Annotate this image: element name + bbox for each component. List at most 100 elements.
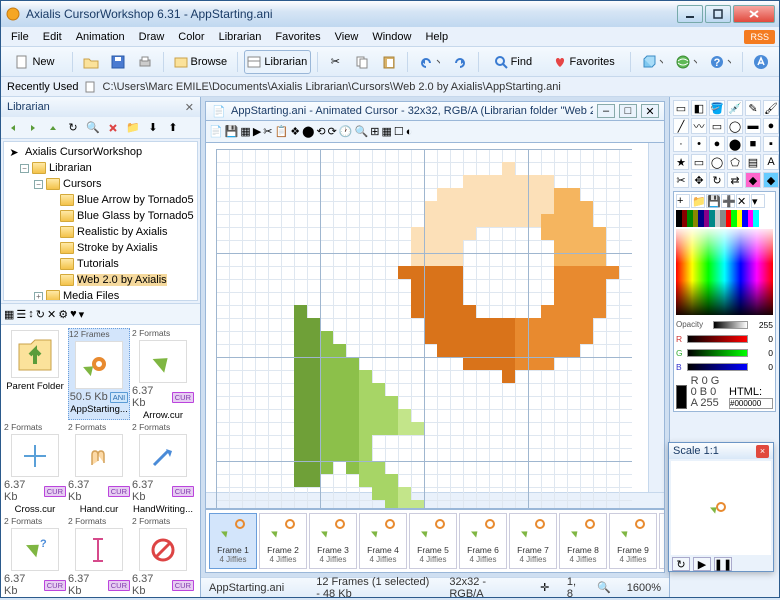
menu-draw[interactable]: Draw xyxy=(133,29,171,45)
lib-export[interactable]: ⬆ xyxy=(164,119,182,137)
doc-tool[interactable]: 📄 xyxy=(209,125,223,138)
frame-item[interactable]: Frame 104 Jiffies xyxy=(659,513,665,569)
thumb-view-large[interactable]: ▦ xyxy=(4,308,14,321)
doc-tool[interactable]: ◐ xyxy=(406,126,413,138)
vertical-scrollbar[interactable] xyxy=(648,143,664,492)
frame-item[interactable]: Frame 24 Jiffies xyxy=(259,513,307,569)
lib-new-folder[interactable]: 📁 xyxy=(124,119,142,137)
tool-btn-1[interactable] xyxy=(637,50,668,74)
brush-tool[interactable]: 🖌 xyxy=(763,100,779,116)
lib-refresh[interactable]: ↻ xyxy=(64,119,82,137)
red-slider[interactable] xyxy=(687,335,748,343)
fill-tool[interactable]: 🪣 xyxy=(709,100,725,116)
rect-tool[interactable]: ▭ xyxy=(709,118,725,134)
shape-circle[interactable]: ◯ xyxy=(709,154,725,170)
thumbnail-item[interactable]: 2 Formats6.37 KbCURNo.cur xyxy=(132,516,194,597)
favorites-button[interactable]: Favorites xyxy=(547,50,624,74)
scale-play[interactable]: ▶ xyxy=(693,557,711,571)
librarian-tree[interactable]: ➤Axialis CursorWorkshop −Librarian −Curs… xyxy=(3,141,198,301)
doc-close[interactable]: ✕ xyxy=(641,104,659,118)
doc-tool[interactable]: ▦ xyxy=(381,125,391,138)
thumbnail-item[interactable]: 2 Formats6.37 KbCURArrow.cur xyxy=(132,328,194,420)
menu-window[interactable]: Window xyxy=(366,29,417,45)
pal-new[interactable]: + xyxy=(676,194,690,208)
frame-item[interactable]: Frame 34 Jiffies xyxy=(309,513,357,569)
frame-item[interactable]: Frame 54 Jiffies xyxy=(409,513,457,569)
new-button[interactable]: New xyxy=(7,50,66,74)
tree-node[interactable]: +Media Files xyxy=(6,288,195,301)
menu-edit[interactable]: Edit xyxy=(37,29,68,45)
move-tool[interactable]: ✥ xyxy=(691,172,707,188)
find-button[interactable]: Find xyxy=(485,50,543,74)
doc-minimize[interactable]: – xyxy=(597,104,615,118)
doc-tool[interactable]: ✂ xyxy=(263,125,272,138)
lib-search[interactable]: 🔍 xyxy=(84,119,102,137)
tree-node[interactable]: Blue Arrow by Tornado5 xyxy=(6,192,195,208)
copy-button[interactable] xyxy=(350,50,374,74)
doc-tool[interactable]: ▶ xyxy=(253,125,261,138)
thumbnail-item[interactable]: 2 Formats?6.37 KbCURHelp.cur xyxy=(4,516,66,597)
close-panel-button[interactable]: ✕ xyxy=(185,101,194,114)
pal-more[interactable]: ▾ xyxy=(751,194,765,208)
thumbnail-item[interactable]: 2 Formats6.37 KbCURHandWriting... xyxy=(132,422,194,514)
rotate-tool[interactable]: ↻ xyxy=(709,172,725,188)
size-5[interactable]: ■ xyxy=(745,136,761,152)
tree-node[interactable]: Tutorials xyxy=(6,256,195,272)
lib-nav-fwd[interactable] xyxy=(24,119,42,137)
pal-add[interactable]: ➕ xyxy=(721,194,735,208)
globe-button[interactable] xyxy=(671,50,702,74)
open-button[interactable] xyxy=(79,50,103,74)
foreground-color[interactable] xyxy=(676,385,687,409)
scale-pause[interactable]: ❚❚ xyxy=(714,557,732,571)
pal-save[interactable]: 💾 xyxy=(706,194,720,208)
browse-button[interactable]: Browse xyxy=(169,50,231,74)
help-button[interactable]: ? xyxy=(705,50,736,74)
thumbnail-item[interactable]: 2 Formats6.37 KbCURCross.cur xyxy=(4,422,66,514)
size-4[interactable]: ⬤ xyxy=(727,136,743,152)
effect-2[interactable]: ◆ xyxy=(763,172,779,188)
flip-tool[interactable]: ⇄ xyxy=(727,172,743,188)
frame-item[interactable]: Frame 44 Jiffies xyxy=(359,513,407,569)
tree-node[interactable]: Stroke by Axialis xyxy=(6,240,195,256)
gradient-tool[interactable]: ▤ xyxy=(745,154,761,170)
ellipse-tool[interactable]: ◯ xyxy=(727,118,743,134)
doc-tool[interactable]: 🕐 xyxy=(339,125,353,138)
thumbnail-item[interactable]: Parent Folder xyxy=(4,328,66,420)
librarian-button[interactable]: Librarian xyxy=(244,50,311,74)
paste-button[interactable] xyxy=(377,50,401,74)
menu-view[interactable]: View xyxy=(329,29,365,45)
pencil-tool[interactable]: ✎ xyxy=(745,100,761,116)
tree-node[interactable]: Realistic by Axialis xyxy=(6,224,195,240)
menu-librarian[interactable]: Librarian xyxy=(213,29,268,45)
redo-button[interactable] xyxy=(448,50,472,74)
color-swatches[interactable] xyxy=(676,210,773,227)
close-button[interactable] xyxy=(733,5,775,23)
scale-close[interactable]: × xyxy=(756,445,769,458)
menu-help[interactable]: Help xyxy=(419,29,454,45)
menu-color[interactable]: Color xyxy=(172,29,210,45)
text-tool[interactable]: A xyxy=(763,154,779,170)
thumbnail-item[interactable]: 2 Formats6.37 KbCURIBeam.cur xyxy=(68,516,130,597)
filled-ellipse-tool[interactable]: ● xyxy=(763,118,779,134)
thumbnail-item[interactable]: 12 Frames50.5 KbANIAppStarting... xyxy=(68,328,130,420)
cut-button[interactable]: ✂ xyxy=(323,50,347,74)
shape-star[interactable]: ★ xyxy=(673,154,689,170)
doc-tool[interactable]: ⊞ xyxy=(370,125,379,138)
opacity-slider[interactable] xyxy=(713,321,748,329)
thumb-delete[interactable]: ✕ xyxy=(47,308,56,321)
tree-node[interactable]: −Cursors xyxy=(6,176,195,192)
frame-item[interactable]: Frame 64 Jiffies xyxy=(459,513,507,569)
shape-poly[interactable]: ⬠ xyxy=(727,154,743,170)
thumbnail-item[interactable]: 2 Formats6.37 KbCURHand.cur xyxy=(68,422,130,514)
thumb-view-list[interactable]: ☰ xyxy=(16,308,26,321)
doc-tool[interactable]: ▦ xyxy=(240,125,250,138)
doc-tool[interactable]: 💾 xyxy=(225,125,239,138)
tree-node-selected[interactable]: Web 2.0 by Axialis xyxy=(6,272,195,288)
menu-file[interactable]: File xyxy=(5,29,35,45)
tree-node[interactable]: Blue Glass by Tornado5 xyxy=(6,208,195,224)
size-6[interactable]: ▪ xyxy=(763,136,779,152)
line-tool[interactable]: ╱ xyxy=(673,118,689,134)
eraser-tool[interactable]: ◧ xyxy=(691,100,707,116)
thumbnail-grid[interactable]: Parent Folder12 Frames50.5 KbANIAppStart… xyxy=(1,325,200,597)
html-color-input[interactable] xyxy=(729,398,773,409)
